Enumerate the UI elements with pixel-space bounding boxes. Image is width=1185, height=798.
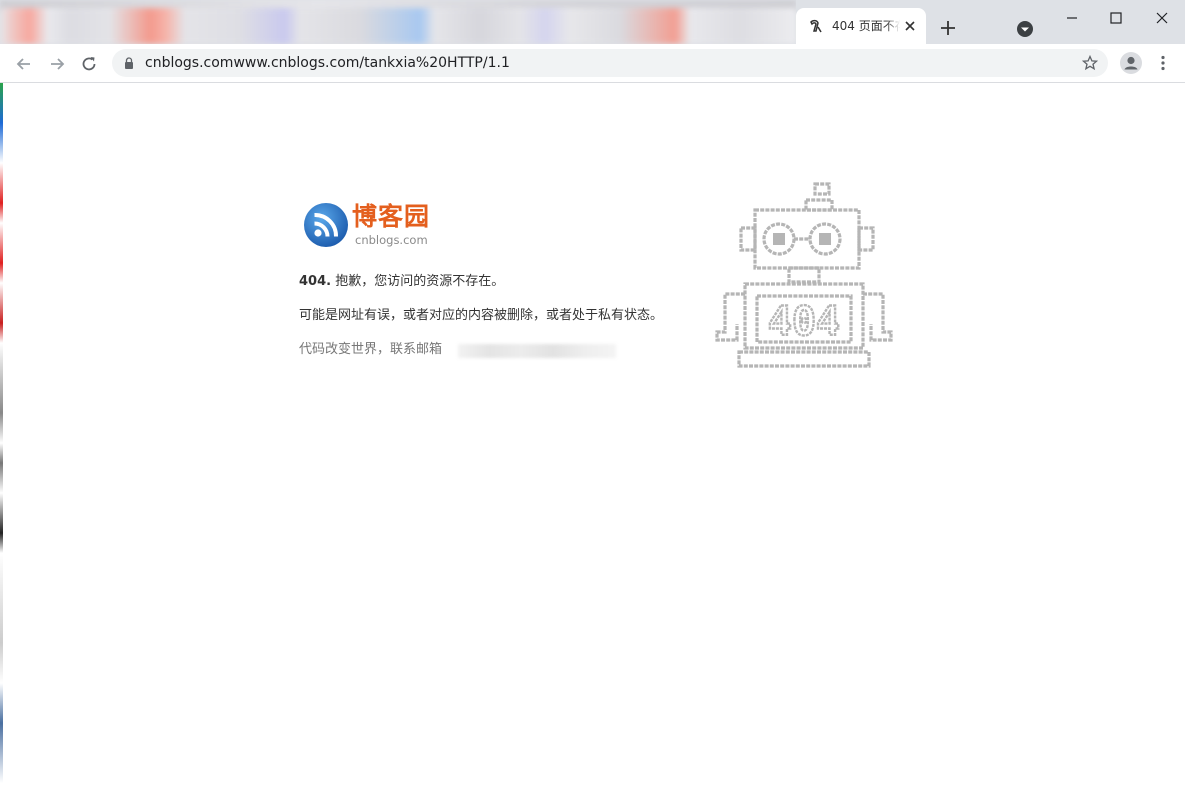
error-reason: 可能是网址有误，或者对应的内容被删除，或者处于私有状态。	[299, 308, 664, 323]
reload-icon[interactable]	[79, 54, 99, 74]
robot-404-illustration: 404	[715, 182, 893, 368]
active-tab[interactable]: 404 页面不存在	[796, 8, 926, 44]
maximize-window-icon[interactable]	[1106, 8, 1126, 28]
profile-avatar-glyph	[1124, 56, 1138, 70]
cnblogs-favicon-icon	[810, 19, 822, 33]
cnblogs-logo-icon[interactable]	[303, 202, 349, 248]
tab-title: 404 页面不存在	[832, 19, 900, 33]
error-message: 404. 抱歉，您访问的资源不存在。	[299, 273, 504, 291]
bookmark-star-icon[interactable]	[1082, 55, 1098, 71]
blur-block	[0, 8, 796, 44]
error-code: 404.	[299, 274, 332, 289]
tab-search-dropdown-icon[interactable]	[1016, 20, 1034, 38]
profile-avatar-icon[interactable]	[1120, 52, 1142, 74]
back-arrow-icon[interactable]	[14, 54, 34, 74]
address-bar[interactable]: cnblogs.comwww.cnblogs.com/tankxia%20HTT…	[112, 49, 1108, 77]
error-text: 抱歉，您访问的资源不存在。	[331, 274, 505, 289]
redacted-email-link[interactable]	[458, 344, 616, 358]
background-window-edge	[0, 83, 3, 798]
minimize-window-icon[interactable]	[1062, 8, 1082, 28]
url-text[interactable]: cnblogs.comwww.cnblogs.com/tankxia%20HTT…	[145, 54, 510, 72]
tab-strip: 404 页面不存在	[0, 0, 1185, 44]
browser-toolbar: cnblogs.comwww.cnblogs.com/tankxia%20HTT…	[0, 44, 1185, 83]
forward-arrow-icon[interactable]	[47, 54, 67, 74]
blurred-background-tabs[interactable]	[0, 0, 796, 44]
more-options-kebab-icon[interactable]	[1154, 54, 1172, 72]
contact-text: 代码改变世界，联系邮箱	[299, 342, 443, 357]
robot-404-label: 404	[768, 299, 840, 345]
close-tab-icon[interactable]	[902, 18, 918, 34]
logo-domain[interactable]: cnblogs.com	[355, 233, 428, 247]
close-window-icon[interactable]	[1152, 8, 1172, 28]
logo-name[interactable]: 博客园	[352, 203, 430, 231]
lock-icon[interactable]	[123, 57, 135, 69]
new-tab-plus-icon[interactable]	[938, 18, 958, 38]
